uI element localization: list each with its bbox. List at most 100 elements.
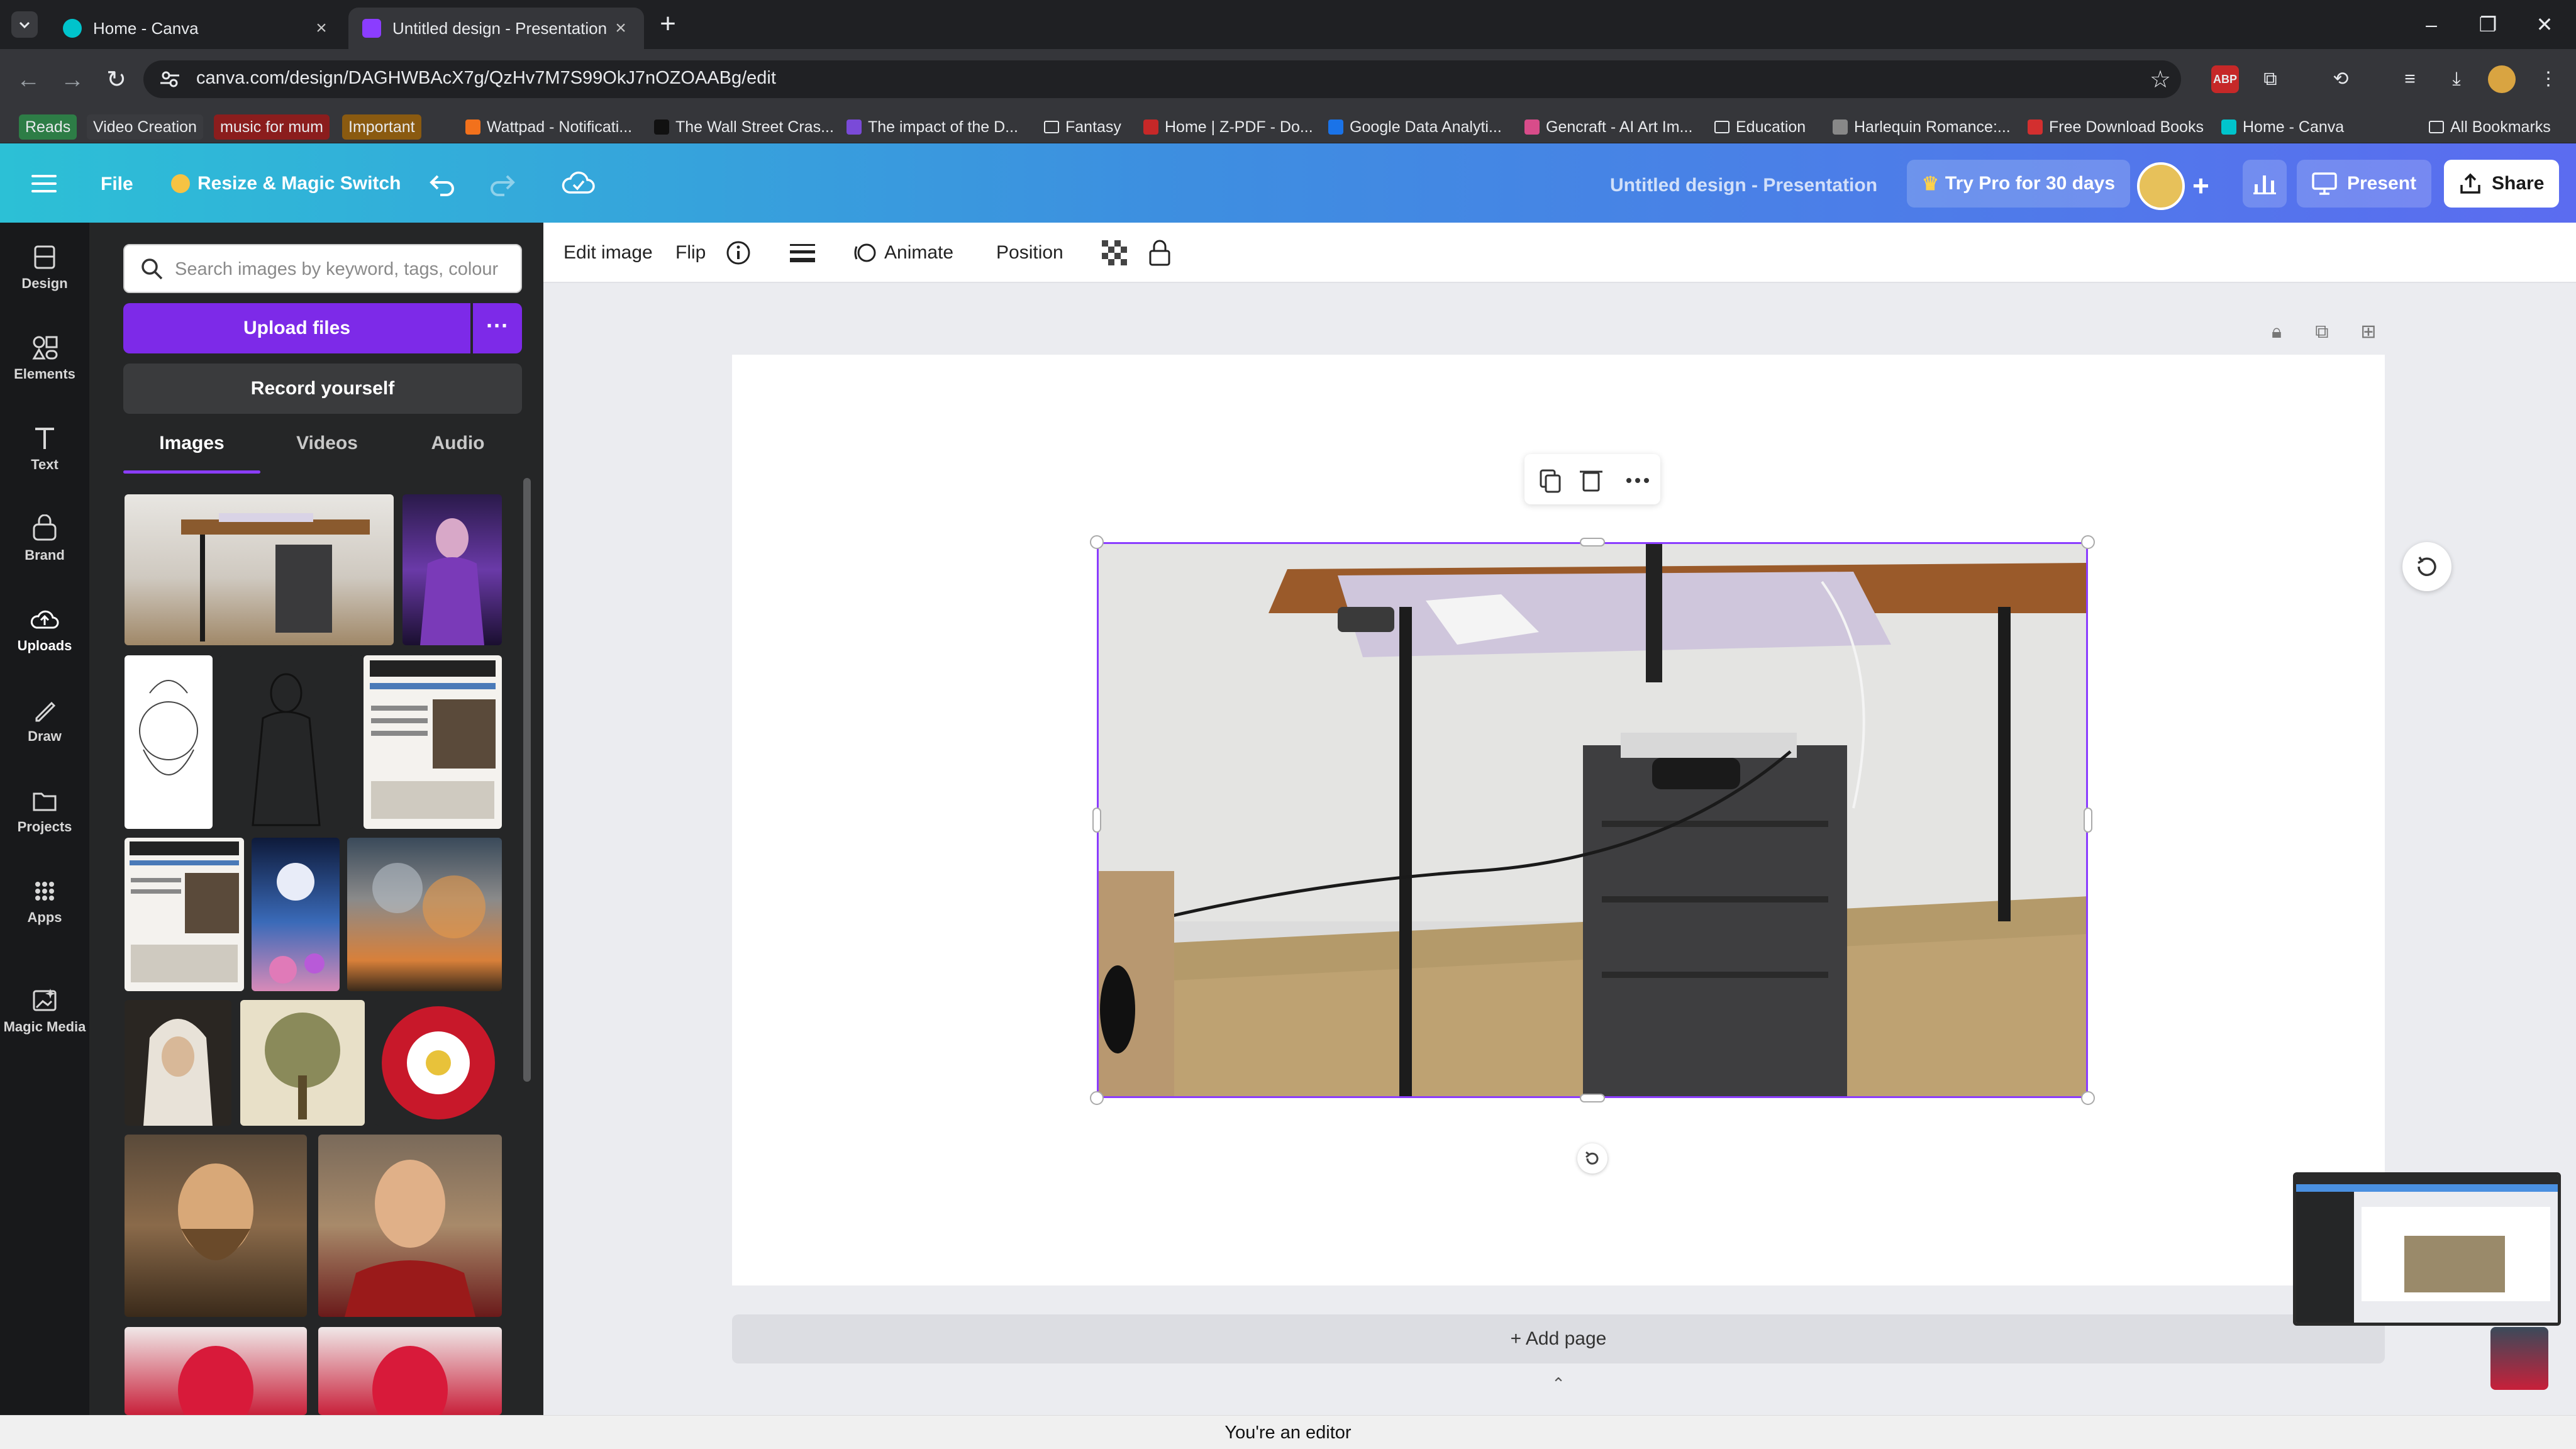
- resize-magic-switch-button[interactable]: Resize & Magic Switch: [156, 160, 416, 208]
- resize-handle-bottom[interactable]: [1580, 1094, 1605, 1102]
- bookmark-item[interactable]: Harlequin Romance:...: [1833, 114, 2011, 140]
- back-button[interactable]: ←: [13, 64, 44, 96]
- selected-photo-element[interactable]: [1097, 542, 2088, 1098]
- profile-avatar[interactable]: [2488, 65, 2516, 93]
- uploaded-image-times-newspaper[interactable]: [364, 655, 502, 829]
- lock-page-icon[interactable]: 🔒︎: [2264, 319, 2289, 345]
- media-controls-icon[interactable]: ≡: [2396, 65, 2424, 93]
- rail-item-magic-media[interactable]: Magic Media: [0, 970, 89, 1052]
- present-button[interactable]: Present: [2297, 160, 2432, 208]
- delete-element-button[interactable]: [1575, 464, 1607, 497]
- redo-icon[interactable]: [488, 171, 516, 196]
- bookmark-star-icon[interactable]: ☆: [2150, 65, 2171, 94]
- info-icon[interactable]: [726, 236, 751, 269]
- bookmark-item[interactable]: Important: [342, 114, 421, 140]
- uploaded-image-desk[interactable]: [125, 494, 394, 645]
- share-button[interactable]: Share: [2444, 160, 2560, 208]
- adblock-extension-icon[interactable]: ABP: [2211, 65, 2239, 93]
- uploaded-image-times-newspaper-2[interactable]: [125, 838, 244, 991]
- refresh-suggestion-button[interactable]: [2402, 542, 2451, 591]
- resize-handle-bottom-right[interactable]: [2081, 1091, 2095, 1105]
- flip-button[interactable]: Flip: [675, 236, 706, 269]
- uploaded-image-tudor-rose[interactable]: [375, 1000, 502, 1126]
- resize-handle-bottom-left[interactable]: [1090, 1091, 1104, 1105]
- position-button[interactable]: Position: [996, 236, 1063, 269]
- tab-images[interactable]: Images: [123, 433, 260, 470]
- bookmark-item[interactable]: Education: [1714, 114, 1806, 140]
- tab-videos[interactable]: Videos: [264, 433, 390, 470]
- bookmark-item[interactable]: Google Data Analyti...: [1328, 114, 1502, 140]
- hamburger-menu-icon[interactable]: [31, 174, 57, 194]
- chevron-up-icon[interactable]: ⌃: [1548, 1375, 1568, 1392]
- add-collaborator-button[interactable]: +: [2192, 169, 2209, 203]
- uploaded-image-moon-flowers[interactable]: [252, 838, 340, 991]
- uploaded-image-nun-portrait[interactable]: [125, 1000, 231, 1126]
- uploaded-image-bearded-man[interactable]: [125, 1135, 307, 1317]
- rail-item-draw[interactable]: Draw: [0, 679, 89, 761]
- bookmark-item[interactable]: Reads: [19, 114, 77, 140]
- add-page-icon[interactable]: ⊞: [2356, 319, 2381, 345]
- close-icon[interactable]: ×: [312, 18, 331, 39]
- restore-button[interactable]: ❐: [2469, 9, 2507, 40]
- minimize-button[interactable]: –: [2412, 9, 2450, 40]
- extensions-icon[interactable]: ⧉: [2257, 65, 2284, 93]
- rail-item-text[interactable]: Text: [0, 408, 89, 489]
- duplicate-page-icon[interactable]: ⧉: [2309, 319, 2334, 345]
- search-images-input[interactable]: Search images by keyword, tags, colour: [123, 244, 522, 293]
- upload-more-options-button[interactable]: ···: [473, 303, 522, 353]
- bookmark-item[interactable]: The impact of the D...: [847, 114, 1018, 140]
- lock-icon[interactable]: [1148, 236, 1171, 269]
- uploaded-image-warrior[interactable]: [318, 1135, 502, 1317]
- design-title[interactable]: Untitled design - Presentation: [1610, 175, 1877, 196]
- animate-button[interactable]: Animate: [852, 236, 953, 269]
- screen-recording-preview[interactable]: [2293, 1172, 2561, 1326]
- bookmark-item[interactable]: Home - Canva: [2221, 114, 2344, 140]
- uploaded-image-anime-girl[interactable]: [125, 1327, 307, 1415]
- uploaded-image-line-figure[interactable]: [219, 655, 353, 829]
- rail-item-uploads[interactable]: Uploads: [0, 589, 89, 670]
- resize-handle-left[interactable]: [1092, 808, 1101, 833]
- try-pro-button[interactable]: ♛ Try Pro for 30 days: [1907, 160, 2131, 208]
- history-icon[interactable]: ⟲: [2327, 65, 2355, 93]
- floating-avatar-thumbnail[interactable]: [2490, 1327, 2548, 1390]
- bookmark-item[interactable]: Wattpad - Notificati...: [465, 114, 632, 140]
- line-weight-icon[interactable]: [790, 236, 815, 269]
- edit-image-button[interactable]: Edit image: [564, 236, 653, 269]
- transparency-icon[interactable]: [1102, 236, 1127, 269]
- rail-item-apps[interactable]: Apps: [0, 860, 89, 942]
- resize-handle-top-left[interactable]: [1090, 535, 1104, 549]
- uploaded-image-battle-scene[interactable]: [347, 838, 502, 991]
- file-menu[interactable]: File: [101, 174, 133, 195]
- rail-item-design[interactable]: Design: [0, 226, 89, 308]
- site-info-icon[interactable]: [158, 68, 181, 91]
- bookmark-item[interactable]: Gencraft - AI Art Im...: [1524, 114, 1692, 140]
- reload-button[interactable]: ↻: [101, 64, 132, 96]
- uploaded-image-lion-sketch[interactable]: [125, 655, 213, 829]
- tab-search-button[interactable]: [11, 11, 38, 38]
- cloud-save-icon[interactable]: [561, 171, 595, 196]
- tab-home-canva[interactable]: Home - Canva ×: [49, 8, 345, 49]
- bookmark-item[interactable]: Video Creation: [87, 114, 203, 140]
- bookmark-item[interactable]: music for mum: [214, 114, 330, 140]
- forward-button[interactable]: →: [57, 64, 88, 96]
- bookmark-item[interactable]: The Wall Street Cras...: [654, 114, 834, 140]
- upload-files-button[interactable]: Upload files: [123, 303, 470, 353]
- bookmark-item[interactable]: Fantasy: [1044, 114, 1121, 140]
- uploaded-image-tree[interactable]: [240, 1000, 365, 1126]
- rail-item-brand[interactable]: Brand: [0, 498, 89, 580]
- bookmark-item[interactable]: Home | Z-PDF - Do...: [1143, 114, 1313, 140]
- undo-icon[interactable]: [429, 171, 457, 196]
- close-icon[interactable]: ×: [611, 18, 630, 39]
- resize-handle-right[interactable]: [2084, 808, 2092, 833]
- add-page-button[interactable]: + Add page: [732, 1314, 2385, 1363]
- new-tab-button[interactable]: +: [654, 10, 682, 39]
- tab-untitled-design[interactable]: Untitled design - Presentation ×: [348, 8, 644, 49]
- bookmark-item[interactable]: All Bookmarks: [2429, 114, 2551, 140]
- tab-audio[interactable]: Audio: [395, 433, 521, 470]
- uploaded-image-anime-girl-2[interactable]: [318, 1327, 502, 1415]
- rotate-handle[interactable]: [1577, 1143, 1607, 1174]
- resize-handle-top-right[interactable]: [2081, 535, 2095, 549]
- rail-item-projects[interactable]: Projects: [0, 770, 89, 852]
- uploaded-image-sorceress[interactable]: [402, 494, 502, 645]
- rail-item-elements[interactable]: Elements: [0, 317, 89, 399]
